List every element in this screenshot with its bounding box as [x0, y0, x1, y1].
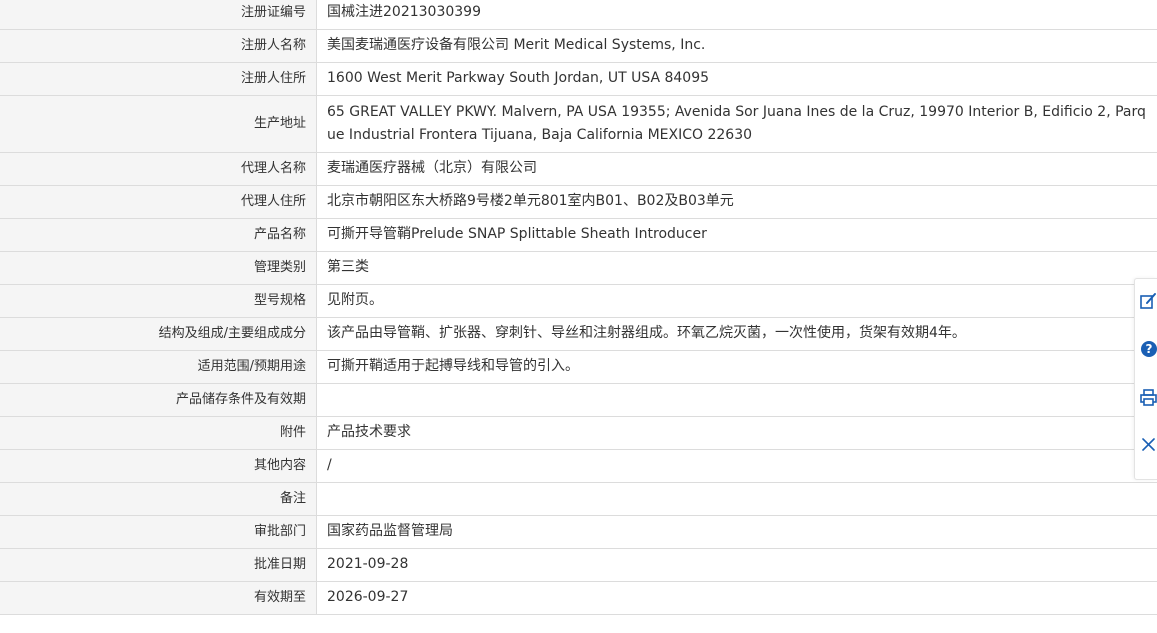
table-row: 代理人住所 北京市朝阳区东大桥路9号楼2单元801室内B01、B02及B03单元 — [0, 185, 1157, 219]
field-value: 美国麦瑞通医疗设备有限公司 Merit Medical Systems, Inc… — [316, 29, 1157, 63]
field-value: 1600 West Merit Parkway South Jordan, UT… — [316, 62, 1157, 96]
field-value: 可撕开鞘适用于起搏导线和导管的引入。 — [316, 350, 1157, 384]
close-button[interactable] — [1139, 435, 1157, 455]
table-row: 批准日期 2021-09-28 — [0, 548, 1157, 582]
field-value: 第三类 — [316, 251, 1157, 285]
table-row: 其他内容 / — [0, 449, 1157, 483]
field-label: 生产地址 — [0, 95, 317, 153]
table-row: 注册人住所 1600 West Merit Parkway South Jord… — [0, 62, 1157, 96]
table-row: 管理类别 第三类 — [0, 251, 1157, 285]
field-label: 注册人住所 — [0, 62, 317, 96]
field-value: 2026-09-27 — [316, 581, 1157, 615]
field-label: 附件 — [0, 416, 317, 450]
field-value: 可撕开导管鞘Prelude SNAP Splittable Sheath Int… — [316, 218, 1157, 252]
table-row: 附件 产品技术要求 — [0, 416, 1157, 450]
edit-icon — [1140, 293, 1156, 309]
field-value: 麦瑞通医疗器械（北京）有限公司 — [316, 152, 1157, 186]
field-label: 备注 — [0, 482, 317, 516]
close-icon — [1142, 438, 1155, 451]
table-row: 注册人名称 美国麦瑞通医疗设备有限公司 Merit Medical System… — [0, 29, 1157, 63]
table-row: 备注 — [0, 482, 1157, 516]
help-icon: ? — [1141, 341, 1157, 357]
table-row: 生产地址 65 GREAT VALLEY PKWY. Malvern, PA U… — [0, 95, 1157, 153]
field-value: 产品技术要求 — [316, 416, 1157, 450]
field-label: 结构及组成/主要组成成分 — [0, 317, 317, 351]
field-label: 代理人住所 — [0, 185, 317, 219]
field-value — [316, 482, 1157, 516]
field-label: 管理类别 — [0, 251, 317, 285]
table-row: 适用范围/预期用途 可撕开鞘适用于起搏导线和导管的引入。 — [0, 350, 1157, 384]
field-value: 65 GREAT VALLEY PKWY. Malvern, PA USA 19… — [316, 95, 1157, 153]
svg-text:?: ? — [1146, 342, 1153, 356]
field-value: 2021-09-28 — [316, 548, 1157, 582]
field-label: 批准日期 — [0, 548, 317, 582]
field-value: 该产品由导管鞘、扩张器、穿刺针、导丝和注射器组成。环氧乙烷灭菌，一次性使用，货架… — [316, 317, 1157, 351]
help-button[interactable]: ? — [1139, 339, 1157, 359]
field-label: 产品名称 — [0, 218, 317, 252]
field-value: / — [316, 449, 1157, 483]
print-button[interactable] — [1139, 387, 1157, 407]
field-label: 适用范围/预期用途 — [0, 350, 317, 384]
table-row: 型号规格 见附页。 — [0, 284, 1157, 318]
side-toolbar: ? — [1134, 278, 1157, 480]
field-label: 其他内容 — [0, 449, 317, 483]
field-label: 型号规格 — [0, 284, 317, 318]
field-label: 审批部门 — [0, 515, 317, 549]
field-label: 产品储存条件及有效期 — [0, 383, 317, 417]
field-label: 有效期至 — [0, 581, 317, 615]
edit-button[interactable] — [1139, 291, 1157, 311]
field-label: 代理人名称 — [0, 152, 317, 186]
field-value: 见附页。 — [316, 284, 1157, 318]
field-label: 注册证编号 — [0, 0, 317, 30]
field-value — [316, 383, 1157, 417]
table-row: 产品名称 可撕开导管鞘Prelude SNAP Splittable Sheat… — [0, 218, 1157, 252]
registration-detail-table: 注册证编号 国械注进20213030399 注册人名称 美国麦瑞通医疗设备有限公… — [0, 0, 1157, 615]
table-row: 结构及组成/主要组成成分 该产品由导管鞘、扩张器、穿刺针、导丝和注射器组成。环氧… — [0, 317, 1157, 351]
field-label: 注册人名称 — [0, 29, 317, 63]
field-value: 国家药品监督管理局 — [316, 515, 1157, 549]
field-value: 北京市朝阳区东大桥路9号楼2单元801室内B01、B02及B03单元 — [316, 185, 1157, 219]
table-row: 有效期至 2026-09-27 — [0, 581, 1157, 615]
table-row: 代理人名称 麦瑞通医疗器械（北京）有限公司 — [0, 152, 1157, 186]
table-row: 审批部门 国家药品监督管理局 — [0, 515, 1157, 549]
table-row: 注册证编号 国械注进20213030399 — [0, 0, 1157, 30]
table-row: 产品储存条件及有效期 — [0, 383, 1157, 417]
registration-detail-page: 注册证编号 国械注进20213030399 注册人名称 美国麦瑞通医疗设备有限公… — [0, 0, 1157, 633]
field-value: 国械注进20213030399 — [316, 0, 1157, 30]
print-icon — [1140, 389, 1157, 406]
